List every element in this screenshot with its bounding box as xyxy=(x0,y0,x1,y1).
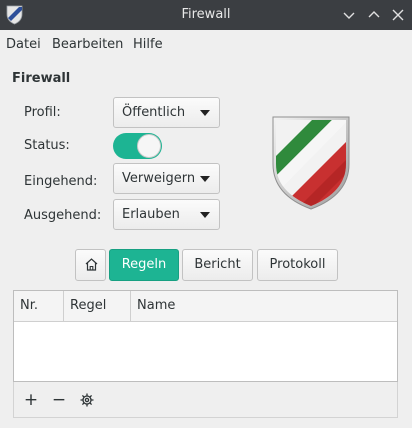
chevron-up-icon xyxy=(368,11,380,18)
remove-rule-button[interactable]: − xyxy=(47,388,71,412)
status-toggle[interactable] xyxy=(113,133,162,159)
rules-toolbar: + − xyxy=(13,382,398,418)
close-icon xyxy=(392,9,404,21)
outgoing-value: Erlauben xyxy=(122,207,180,222)
column-header-nr[interactable]: Nr. xyxy=(14,291,64,321)
menu-bearbeiten[interactable]: Bearbeiten xyxy=(52,37,123,52)
profile-value: Öffentlich xyxy=(122,105,186,120)
maximize-button[interactable] xyxy=(364,5,384,25)
menu-datei[interactable]: Datei xyxy=(6,37,41,52)
minimize-button[interactable] xyxy=(339,5,359,25)
toggle-knob xyxy=(137,134,161,158)
home-icon xyxy=(85,258,98,271)
outgoing-label: Ausgehend: xyxy=(24,208,102,223)
dropdown-arrow-icon xyxy=(200,110,210,116)
close-button[interactable] xyxy=(388,5,408,25)
status-label: Status: xyxy=(24,138,70,153)
tab-bericht[interactable]: Bericht xyxy=(182,249,253,281)
settings-button[interactable] xyxy=(75,388,99,412)
section-title: Firewall xyxy=(12,71,71,86)
gear-icon xyxy=(80,393,94,407)
tab-protokoll[interactable]: Protokoll xyxy=(257,249,338,281)
column-header-regel[interactable]: Regel xyxy=(64,291,131,321)
profile-label: Profil: xyxy=(24,105,61,120)
incoming-label: Eingehend: xyxy=(24,174,98,189)
menubar: Datei Bearbeiten Hilfe xyxy=(0,30,412,58)
chevron-down-icon xyxy=(343,12,355,19)
firewall-shield-logo xyxy=(272,116,350,210)
home-button[interactable] xyxy=(75,249,106,281)
dropdown-arrow-icon xyxy=(200,176,210,182)
profile-select[interactable]: Öffentlich xyxy=(113,97,220,128)
incoming-value: Verweigern xyxy=(122,171,196,186)
column-header-name[interactable]: Name xyxy=(131,291,397,321)
dropdown-arrow-icon xyxy=(200,212,210,218)
rules-table[interactable]: Nr. Regel Name xyxy=(13,290,398,382)
incoming-select[interactable]: Verweigern xyxy=(113,163,220,194)
outgoing-select[interactable]: Erlauben xyxy=(113,199,220,230)
menu-hilfe[interactable]: Hilfe xyxy=(133,37,163,52)
table-header: Nr. Regel Name xyxy=(14,291,397,322)
tab-regeln[interactable]: Regeln xyxy=(109,249,179,281)
titlebar: Firewall xyxy=(0,0,412,30)
add-rule-button[interactable]: + xyxy=(19,388,43,412)
